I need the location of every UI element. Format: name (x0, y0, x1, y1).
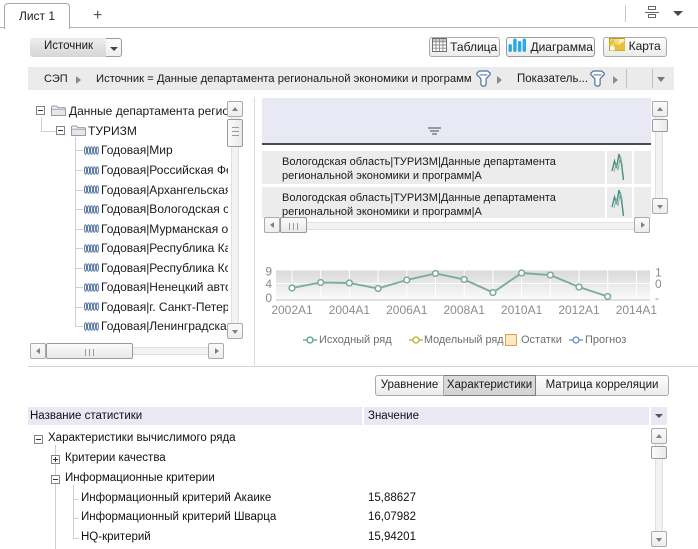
svg-text:2010A1: 2010A1 (501, 303, 543, 317)
svg-text:2004A1: 2004A1 (329, 303, 371, 317)
svg-text:2014A1: 2014A1 (616, 303, 658, 317)
svg-text:0: 0 (655, 277, 662, 291)
svg-text:4: 4 (265, 277, 272, 291)
svg-text:2006A1: 2006A1 (386, 303, 428, 317)
svg-text:2008A1: 2008A1 (444, 303, 486, 317)
svg-text:2002A1: 2002A1 (271, 303, 313, 317)
svg-text:2012A1: 2012A1 (558, 303, 600, 317)
